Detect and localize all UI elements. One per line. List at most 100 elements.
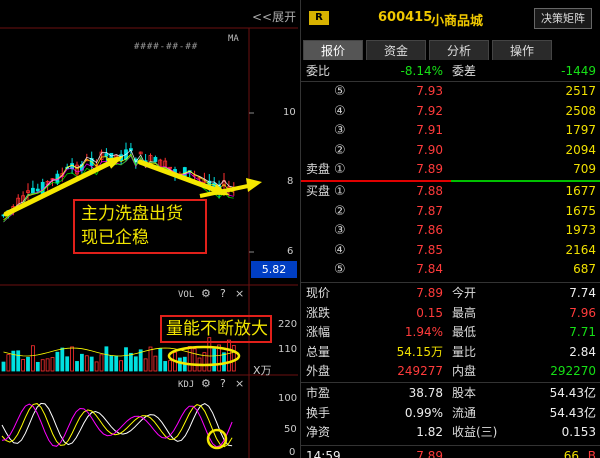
sell-price: 7.89 — [416, 162, 443, 176]
volume-bar — [84, 355, 89, 372]
buy-label: 买盘 — [306, 184, 331, 198]
fund-value: 54.43亿 — [549, 405, 596, 420]
stat-label: 现价 — [306, 286, 331, 300]
volume-bar — [124, 347, 128, 372]
fund-label: 收益(三) — [452, 425, 498, 439]
gear-icon[interactable]: ⚙ — [201, 377, 211, 390]
level-index: ⑤ — [334, 84, 346, 99]
candle-body — [104, 153, 109, 157]
candle-body — [35, 188, 40, 192]
trade-volume: 66 — [563, 449, 579, 458]
fund-label: 市盈 — [306, 386, 331, 400]
decision-matrix-button[interactable]: 决策矩阵 — [534, 8, 592, 29]
weicha-value: -1449 — [561, 64, 596, 78]
volume-bar — [30, 345, 35, 372]
volume-ma — [3, 347, 234, 357]
stat-label: 最高 — [452, 305, 477, 320]
sell-volume: 2517 — [565, 84, 596, 98]
tab-funds[interactable]: 资金 — [366, 40, 426, 60]
sell-price: 7.93 — [416, 84, 443, 98]
help-icon[interactable]: ? — [220, 287, 226, 300]
quote-tabs: 报价 资金 分析 操作 — [301, 40, 600, 60]
fund-row: 换手 0.99% 流通 54.43亿 — [301, 404, 600, 423]
fund-value: 38.78 — [408, 386, 443, 400]
trade-time: 14:59 — [306, 449, 341, 458]
level-index: ① — [334, 162, 346, 177]
vol-unit: X万 — [253, 364, 272, 377]
annotation-line: 现已企稳 — [81, 228, 149, 248]
buy-row[interactable]: ③ 7.86 1973 — [301, 221, 600, 240]
volume-bar — [89, 356, 94, 372]
quote-panel: R 600415 小商品城 决策矩阵 报价 资金 分析 操作 委比 -8.14%… — [300, 0, 600, 458]
volume-bar — [109, 355, 114, 372]
volume-bar — [114, 355, 119, 372]
stat-value: 7.96 — [569, 305, 596, 320]
candle-body — [30, 187, 35, 194]
level-index: ② — [334, 203, 346, 219]
stat-row: 现价 7.89 今开 7.74 — [301, 284, 600, 303]
close-icon[interactable]: × — [235, 287, 244, 300]
kdj-line — [1, 402, 233, 447]
sell-row[interactable]: 卖盘 ① 7.89 709 — [301, 160, 600, 179]
expand-button[interactable]: <<展开 — [252, 8, 296, 25]
buy-row[interactable]: ⑤ 7.84 687 — [301, 260, 600, 279]
gear-icon[interactable]: ⚙ — [201, 287, 211, 300]
level-index: ③ — [334, 123, 346, 138]
kdj-title: KDJ — [178, 380, 195, 390]
volume-bar — [45, 358, 50, 372]
kdj-axis-label: 50 — [284, 424, 297, 435]
buy-row[interactable]: ② 7.87 1675 — [301, 202, 600, 221]
sell-row[interactable]: ⑤ 7.93 2517 — [301, 82, 600, 101]
ma-values: ####-##-## — [134, 42, 199, 52]
volume-bar — [55, 351, 60, 372]
fund-row: 市盈 38.78 股本 54.43亿 — [301, 384, 600, 403]
level-index: ③ — [334, 223, 346, 238]
volume-bar — [1, 361, 6, 372]
volume-bar — [104, 346, 109, 372]
stat-value: 54.15万 — [396, 344, 443, 359]
volume-bar — [143, 358, 148, 372]
buy-price: 7.84 — [416, 262, 443, 276]
weibi-row: 委比 -8.14% 委差 -1449 — [301, 62, 600, 81]
divider — [301, 382, 600, 383]
volume-bar — [35, 361, 40, 372]
y-axis-label: 8 — [287, 176, 294, 187]
stat-value: 292270 — [550, 364, 596, 378]
stat-value: 7.71 — [569, 325, 596, 339]
volume-bar — [133, 356, 138, 372]
sell-row[interactable]: ③ 7.91 1797 — [301, 121, 600, 140]
fund-value: 0.99% — [404, 405, 443, 420]
sell-row[interactable]: ② 7.90 2094 — [301, 141, 600, 160]
buy-row[interactable]: ④ 7.85 2164 — [301, 241, 600, 260]
volume-bar — [26, 356, 30, 372]
volume-bar — [70, 346, 74, 372]
help-icon[interactable]: ? — [220, 377, 226, 390]
sell-volume: 2508 — [565, 103, 596, 118]
fund-label: 股本 — [452, 386, 477, 400]
volume-bar — [60, 347, 65, 372]
kdj-line — [1, 403, 233, 448]
close-icon[interactable]: × — [235, 377, 244, 390]
quote-header: R 600415 小商品城 决策矩阵 — [301, 0, 600, 36]
fund-label: 流通 — [452, 405, 477, 420]
stat-label: 涨跌 — [306, 305, 331, 320]
annotation-arrowhead — [246, 178, 262, 192]
kline-chart-panel[interactable]: <<展开 MA ####-##-## 10 8 6 5.82 主力洗盘出货 现已… — [0, 0, 298, 458]
volume-bar — [21, 358, 26, 372]
stock-name: 小商品城 — [431, 14, 484, 29]
vol-axis-label: 220 — [278, 319, 298, 330]
sell-volume: 2094 — [565, 142, 596, 157]
tab-quote[interactable]: 报价 — [303, 40, 363, 60]
fund-value: 1.82 — [416, 425, 443, 439]
sell-volume: 1797 — [565, 123, 596, 137]
stat-value: 7.89 — [416, 286, 443, 300]
annotation-main: 主力洗盘出货 现已企稳 — [73, 199, 207, 254]
kdj-axis-label: 100 — [278, 393, 298, 404]
volume-bar — [177, 357, 182, 372]
volume-bar — [158, 348, 163, 372]
buy-row[interactable]: 买盘 ① 7.88 1677 — [301, 182, 600, 201]
y-axis-label: 10 — [283, 107, 296, 118]
tab-operation[interactable]: 操作 — [492, 40, 552, 60]
tab-analysis[interactable]: 分析 — [429, 40, 489, 60]
sell-row[interactable]: ④ 7.92 2508 — [301, 102, 600, 121]
